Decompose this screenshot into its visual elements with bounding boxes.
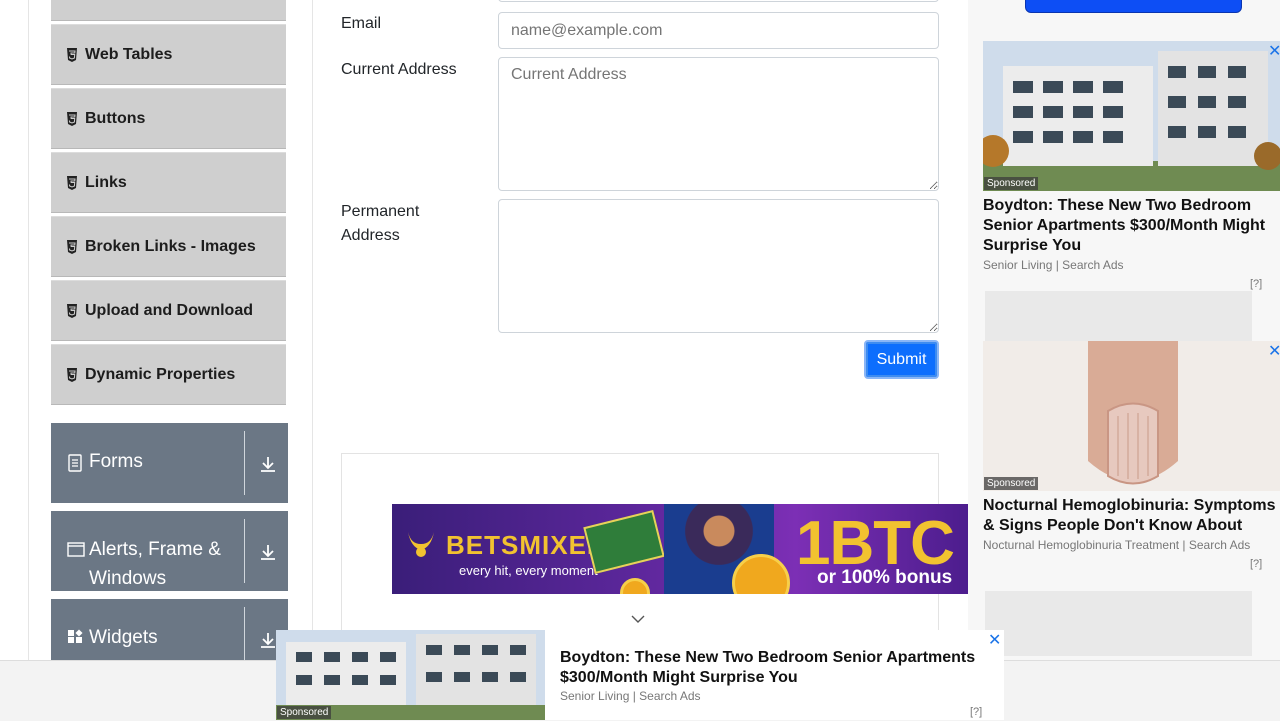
sticky-ad-title[interactable]: Boydton: These New Two Bedroom Senior Ap… — [560, 648, 990, 688]
group-label: Widgets — [89, 627, 158, 648]
close-icon[interactable]: ✕ — [1268, 41, 1280, 61]
sidebar-item-label: Web Tables — [85, 45, 173, 63]
sidebar-item-label: Buttons — [85, 109, 146, 127]
ad-image-apartments: Sponsored — [983, 41, 1280, 191]
adchoices-icon[interactable]: [?] — [970, 706, 982, 718]
banner-brand: BETSMIXER — [446, 530, 607, 560]
window-icon — [67, 541, 85, 559]
permanent-address-field[interactable] — [498, 199, 939, 333]
html5-icon — [65, 367, 79, 382]
adchoices-icon[interactable]: [?] — [1250, 278, 1262, 290]
sidebar: Web Tables Buttons Links Broken Links - … — [28, 0, 313, 720]
sidebar-item-broken-links[interactable]: Broken Links - Images — [51, 216, 286, 277]
ad-source: Senior Living | Search Ads — [983, 258, 1124, 272]
sponsored-label: Sponsored — [984, 177, 1039, 190]
html5-icon — [65, 303, 79, 318]
money-card-icon — [583, 510, 665, 574]
sponsored-label: Sponsored — [277, 706, 332, 719]
ad-image-fingernail: Sponsored — [983, 341, 1280, 491]
sidebar-item-web-tables[interactable]: Web Tables — [51, 24, 286, 85]
sidebar-item-upload-download[interactable]: Upload and Download — [51, 280, 286, 341]
download-icon[interactable] — [258, 454, 278, 474]
sidebar-item-buttons[interactable]: Buttons — [51, 88, 286, 149]
close-icon[interactable]: ✕ — [1268, 341, 1280, 361]
ad-top-button[interactable] — [1025, 0, 1242, 13]
ad-card-2[interactable]: Sponsored Nocturnal Hemoglobinuria: Symp… — [983, 341, 1280, 552]
sticky-ad-source: Senior Living | Search Ads — [560, 689, 701, 703]
sidebar-item-links[interactable]: Links — [51, 152, 286, 213]
html5-icon — [65, 111, 79, 126]
sidebar-item-label: Broken Links - Images — [85, 237, 256, 255]
widgets-icon — [67, 629, 85, 647]
previous-field[interactable] — [498, 0, 939, 2]
email-field[interactable] — [498, 12, 939, 49]
chevron-down-icon[interactable] — [630, 612, 646, 624]
group-label: Alerts, Frame & — [89, 539, 221, 560]
html5-icon — [65, 47, 79, 62]
sticky-ad[interactable]: Sponsored Boydton: These New Two Bedroom… — [276, 630, 1004, 720]
permanent-address-label-line2: Address — [341, 227, 400, 244]
sidebar-item-previous[interactable] — [51, 0, 286, 21]
group-label: Forms — [89, 451, 143, 472]
sidebar-item-dynamic-properties[interactable]: Dynamic Properties — [51, 344, 286, 405]
adchoices-icon[interactable]: [?] — [1250, 558, 1262, 570]
betsmixer-banner[interactable]: BETSMIXER every hit, every moment 1BTC o… — [392, 504, 969, 594]
submit-button[interactable]: Submit — [864, 340, 939, 379]
sidebar-item-label: Upload and Download — [85, 301, 253, 319]
group-forms[interactable]: Forms — [51, 423, 288, 503]
banner-subline: or 100% bonus — [817, 567, 953, 588]
ad-card-1[interactable]: Sponsored Boydton: These New Two Bedroom… — [983, 41, 1280, 272]
group-divider — [244, 607, 245, 661]
ad-source: Nocturnal Hemoglobinuria Treatment | Sea… — [983, 538, 1251, 552]
current-address-field[interactable] — [498, 57, 939, 191]
bull-logo-icon — [404, 528, 438, 568]
form-icon — [67, 454, 85, 472]
banner-tagline: every hit, every moment — [459, 563, 598, 578]
sponsored-label: Sponsored — [984, 477, 1039, 490]
download-icon[interactable] — [258, 630, 278, 650]
html5-icon — [65, 239, 79, 254]
current-address-label: Current Address — [341, 61, 457, 78]
group-divider — [244, 519, 245, 583]
group-alerts-frame-windows[interactable]: Alerts, Frame & Windows — [51, 511, 288, 591]
group-divider — [244, 431, 245, 495]
ad-placeholder-pattern — [985, 591, 1252, 656]
group-widgets[interactable]: Widgets — [51, 599, 288, 669]
download-icon[interactable] — [258, 542, 278, 562]
ad-title[interactable]: Boydton: These New Two Bedroom Senior Ap… — [983, 196, 1280, 256]
html5-icon — [65, 175, 79, 190]
group-label-line2: Windows — [89, 568, 167, 589]
ad-title[interactable]: Nocturnal Hemoglobinuria: Symptoms & Sig… — [983, 496, 1280, 536]
sticky-ad-image: Sponsored — [276, 630, 545, 720]
close-icon[interactable]: ✕ — [988, 630, 1001, 650]
permanent-address-label: Permanent — [341, 203, 420, 220]
email-label: Email — [341, 15, 382, 32]
bitcoin-coin-icon — [620, 578, 650, 594]
sidebar-item-label: Dynamic Properties — [85, 365, 236, 383]
ad-placeholder-pattern — [985, 291, 1252, 341]
sidebar-item-label: Links — [85, 173, 127, 191]
